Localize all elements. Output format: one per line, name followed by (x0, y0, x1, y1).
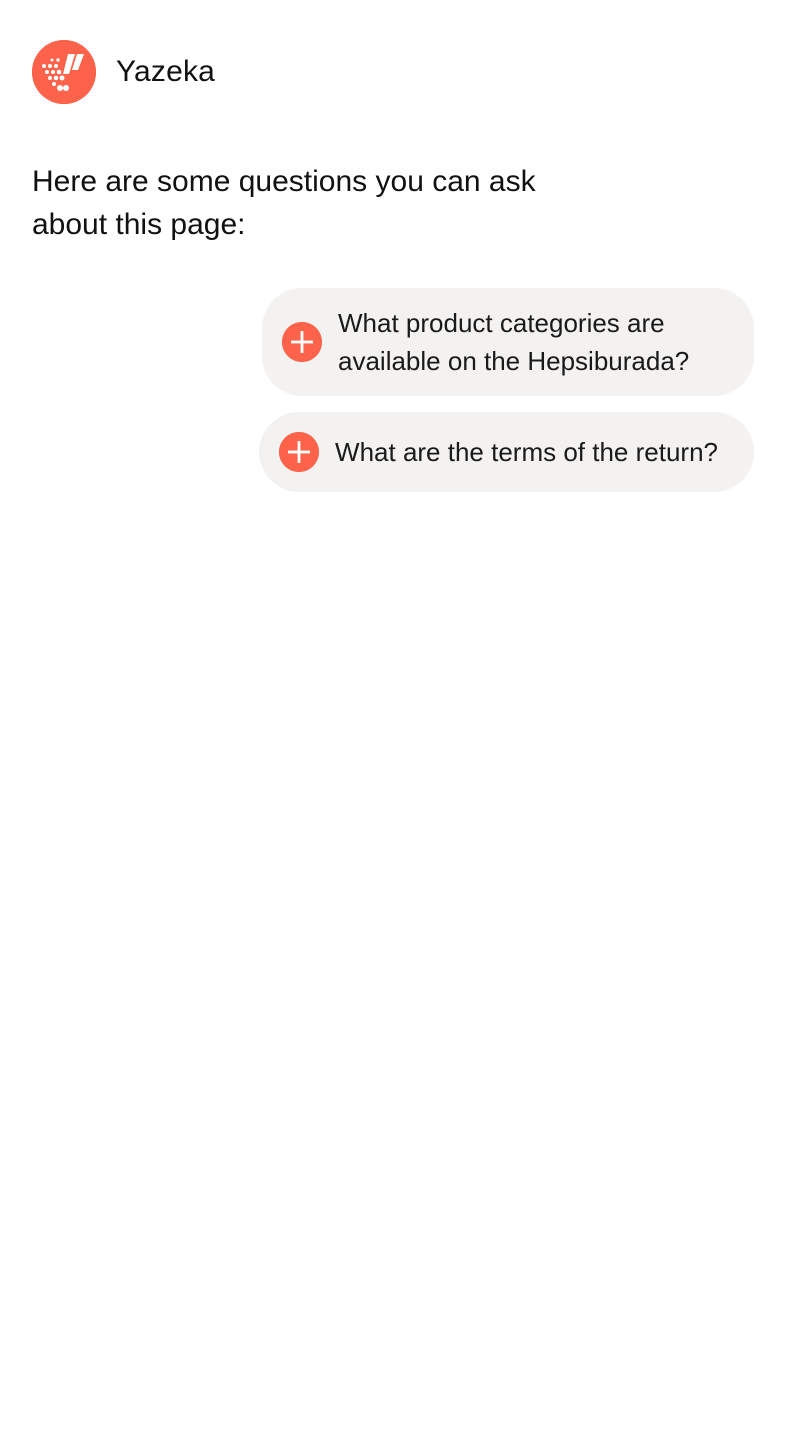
suggestion-chip[interactable]: What product categories are available on… (262, 288, 754, 396)
header: Yazeka (32, 40, 215, 104)
suggestion-list: What product categories are available on… (259, 288, 754, 492)
suggestion-chip[interactable]: What are the terms of the return? (259, 412, 754, 492)
yazeka-logo-icon (32, 40, 96, 104)
suggestion-label: What are the terms of the return? (335, 437, 718, 467)
plus-icon (282, 322, 322, 362)
plus-icon (279, 432, 320, 472)
suggestion-label: What product categories are available on… (338, 308, 690, 376)
intro-text: Here are some questions you can ask abou… (32, 165, 536, 241)
brand-name: Yazeka (116, 55, 216, 88)
